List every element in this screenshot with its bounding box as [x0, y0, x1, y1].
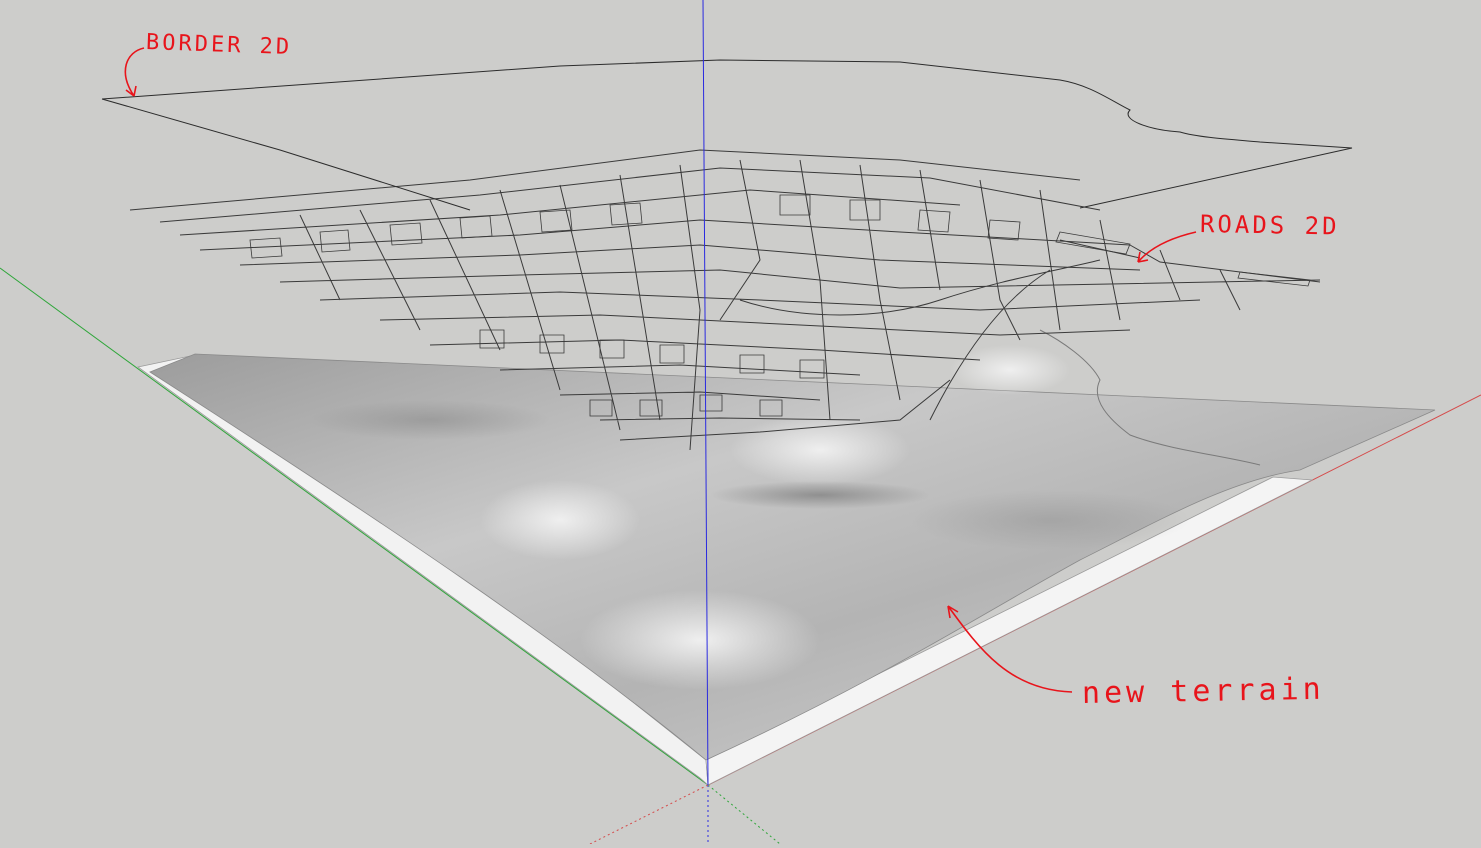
terrain-hill: [480, 480, 640, 560]
border-2d[interactable]: [101, 59, 1353, 211]
border-arrow: [124, 47, 145, 97]
sketchup-3d-viewport[interactable]: BORDER 2D ROADS 2D new terrain: [0, 0, 1481, 845]
terrain-hill: [730, 415, 910, 485]
terrain-hill: [950, 345, 1070, 395]
border-2d-label: BORDER 2D: [145, 30, 293, 61]
new-terrain-label: new terrain: [1081, 671, 1325, 711]
terrain-valley: [910, 490, 1190, 550]
model-scene[interactable]: [0, 0, 1481, 845]
terrain-valley: [310, 400, 550, 440]
roads-arrow: [1137, 231, 1197, 263]
terrain-hill: [580, 590, 820, 690]
terrain-valley: [710, 481, 930, 509]
green-axis-dotted: [707, 784, 781, 845]
red-axis-dotted: [589, 784, 709, 845]
roads-2d-label: ROADS 2D: [1199, 210, 1340, 241]
